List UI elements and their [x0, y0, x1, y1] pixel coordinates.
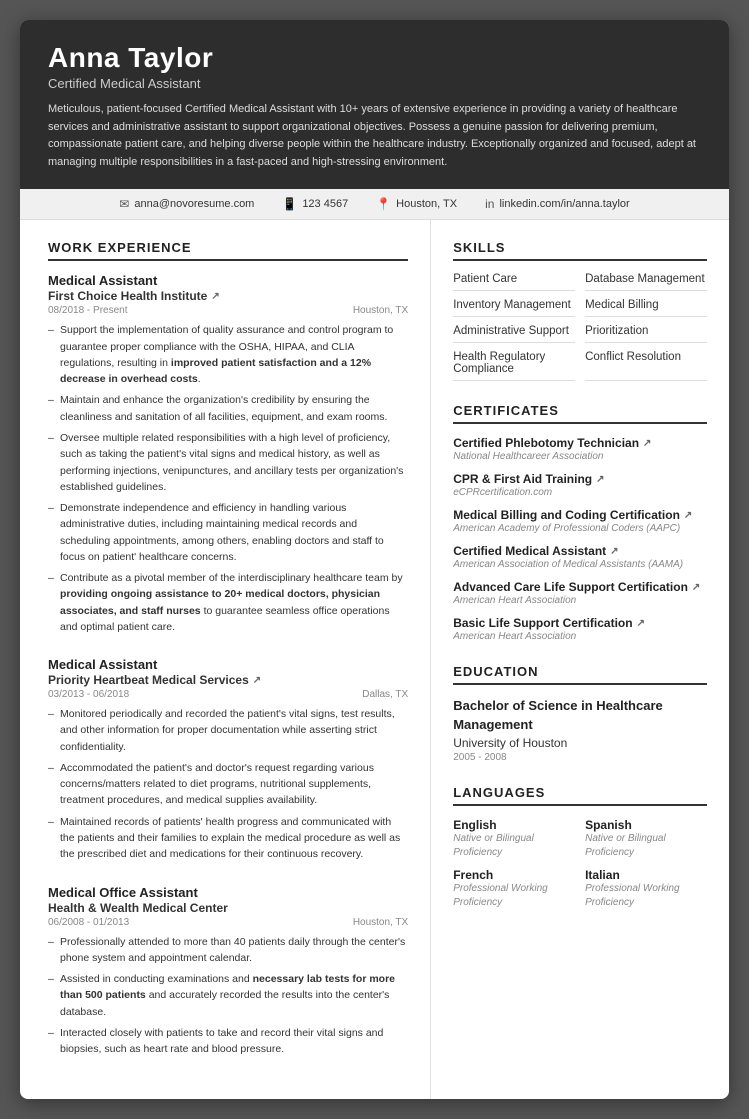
phone-icon: 📱: [282, 197, 297, 211]
skill-item: Medical Billing: [585, 299, 707, 317]
skill-item: Prioritization: [585, 325, 707, 343]
skill-item: Health Regulatory Compliance: [453, 351, 575, 381]
contact-email: ✉ anna@novoresume.com: [119, 197, 254, 211]
lang-item: French Professional Working Proficiency: [453, 868, 575, 910]
education-title: EDUCATION: [453, 664, 707, 685]
external-link-icon[interactable]: ↗: [610, 546, 618, 557]
lang-item: English Native or Bilingual Proficiency: [453, 818, 575, 860]
lang-item: Spanish Native or Bilingual Proficiency: [585, 818, 707, 860]
lang-item: Italian Professional Working Proficiency: [585, 868, 707, 910]
languages-grid: English Native or Bilingual Proficiency …: [453, 818, 707, 910]
skill-item: Inventory Management: [453, 299, 575, 317]
job-title-3: Medical Office Assistant: [48, 885, 408, 900]
skills-title: SKILLS: [453, 240, 707, 261]
job-item: Medical Assistant First Choice Health In…: [48, 273, 408, 635]
cert-item: Basic Life Support Certification ↗ Ameri…: [453, 616, 707, 642]
cert-item: Medical Billing and Coding Certification…: [453, 508, 707, 534]
job-bullets-3: Professionally attended to more than 40 …: [48, 934, 408, 1058]
cert-item: Certified Medical Assistant ↗ American A…: [453, 544, 707, 570]
job-meta-1: 08/2018 - Present Houston, TX: [48, 305, 408, 316]
job-meta-2: 03/2013 - 06/2018 Dallas, TX: [48, 689, 408, 700]
edu-degree: Bachelor of Science in Healthcare Manage…: [453, 697, 707, 733]
skill-item: Conflict Resolution: [585, 351, 707, 381]
right-column: SKILLS Patient Care Database Management …: [431, 220, 729, 1099]
job-bullets-1: Support the implementation of quality as…: [48, 322, 408, 635]
education-section: EDUCATION Bachelor of Science in Healthc…: [453, 664, 707, 762]
skills-grid: Patient Care Database Management Invento…: [453, 273, 707, 381]
bullet-item: Accommodated the patient's and doctor's …: [48, 760, 408, 809]
work-experience-title: WORK EXPERIENCE: [48, 240, 408, 261]
company-3: Health & Wealth Medical Center: [48, 901, 408, 915]
main-content: WORK EXPERIENCE Medical Assistant First …: [20, 220, 729, 1099]
bullet-item: Professionally attended to more than 40 …: [48, 934, 408, 967]
bullet-item: Oversee multiple related responsibilitie…: [48, 430, 408, 495]
bullet-item: Maintained records of patients' health p…: [48, 814, 408, 863]
bullet-item: Monitored periodically and recorded the …: [48, 706, 408, 755]
candidate-summary: Meticulous, patient-focused Certified Me…: [48, 101, 701, 171]
bullet-item: Maintain and enhance the organization's …: [48, 392, 408, 425]
languages-section: LANGUAGES English Native or Bilingual Pr…: [453, 785, 707, 910]
skill-item: Administrative Support: [453, 325, 575, 343]
left-column: WORK EXPERIENCE Medical Assistant First …: [20, 220, 431, 1099]
header-section: Anna Taylor Certified Medical Assistant …: [20, 20, 729, 189]
contact-location: 📍 Houston, TX: [376, 197, 457, 211]
cert-item: Advanced Care Life Support Certification…: [453, 580, 707, 606]
skills-section: SKILLS Patient Care Database Management …: [453, 240, 707, 381]
external-link-icon[interactable]: ↗: [596, 474, 604, 485]
bullet-item: Demonstrate independence and efficiency …: [48, 500, 408, 565]
external-link-icon[interactable]: ↗: [211, 291, 219, 302]
external-link-icon[interactable]: ↗: [684, 510, 692, 521]
candidate-title: Certified Medical Assistant: [48, 76, 701, 91]
skill-item: Patient Care: [453, 273, 575, 291]
languages-title: LANGUAGES: [453, 785, 707, 806]
job-item: Medical Assistant Priority Heartbeat Med…: [48, 657, 408, 862]
bullet-item: Interacted closely with patients to take…: [48, 1025, 408, 1058]
resume-page: Anna Taylor Certified Medical Assistant …: [20, 20, 729, 1099]
external-link-icon[interactable]: ↗: [692, 582, 700, 593]
cert-item: Certified Phlebotomy Technician ↗ Nation…: [453, 436, 707, 462]
external-link-icon[interactable]: ↗: [643, 438, 651, 449]
candidate-name: Anna Taylor: [48, 42, 701, 74]
email-icon: ✉: [119, 197, 129, 211]
certificates-section: CERTIFICATES Certified Phlebotomy Techni…: [453, 403, 707, 642]
cert-item: CPR & First Aid Training ↗ eCPRcertifica…: [453, 472, 707, 498]
edu-school: University of Houston: [453, 736, 707, 750]
job-title-1: Medical Assistant: [48, 273, 408, 288]
linkedin-icon: in: [485, 197, 494, 211]
bullet-item: Contribute as a pivotal member of the in…: [48, 570, 408, 635]
job-title-2: Medical Assistant: [48, 657, 408, 672]
bullet-item: Assisted in conducting examinations and …: [48, 971, 408, 1020]
contact-linkedin[interactable]: in linkedin.com/in/anna.taylor: [485, 197, 630, 211]
external-link-icon[interactable]: ↗: [253, 675, 261, 686]
contact-phone: 📱 123 4567: [282, 197, 348, 211]
bullet-item: Support the implementation of quality as…: [48, 322, 408, 387]
company-1: First Choice Health Institute ↗: [48, 289, 408, 303]
job-meta-3: 06/2008 - 01/2013 Houston, TX: [48, 917, 408, 928]
work-experience-section: WORK EXPERIENCE Medical Assistant First …: [48, 240, 408, 1057]
contact-bar: ✉ anna@novoresume.com 📱 123 4567 📍 Houst…: [20, 189, 729, 220]
job-bullets-2: Monitored periodically and recorded the …: [48, 706, 408, 862]
location-icon: 📍: [376, 197, 391, 211]
company-2: Priority Heartbeat Medical Services ↗: [48, 673, 408, 687]
job-item: Medical Office Assistant Health & Wealth…: [48, 885, 408, 1058]
external-link-icon[interactable]: ↗: [637, 618, 645, 629]
edu-years: 2005 - 2008: [453, 752, 707, 763]
certificates-title: CERTIFICATES: [453, 403, 707, 424]
skill-item: Database Management: [585, 273, 707, 291]
